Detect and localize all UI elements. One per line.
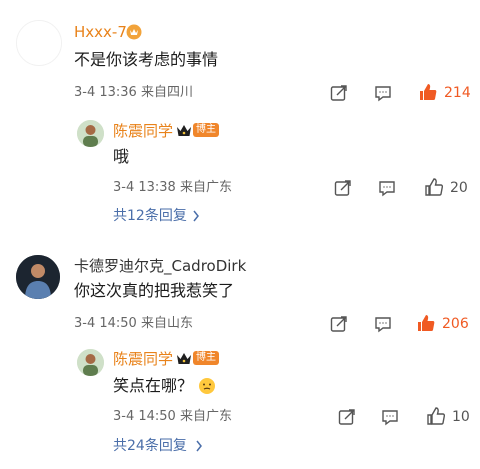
more-replies-link[interactable]: 共12条回复	[113, 207, 187, 225]
comment-icon[interactable]	[381, 408, 399, 426]
like-icon[interactable]	[416, 313, 436, 333]
like-count: 214	[444, 85, 471, 101]
chevron-right-icon[interactable]	[195, 440, 203, 452]
vip-badge-icon	[126, 24, 142, 40]
comment-username[interactable]: Hxxx-7	[74, 22, 127, 42]
comment-date: 3-4 13:36	[74, 85, 137, 100]
like-icon[interactable]	[426, 406, 446, 426]
reply-location: 来自广东	[180, 409, 233, 424]
avatar[interactable]	[16, 20, 62, 66]
emoji-icon	[198, 377, 216, 395]
comment-date: 3-4 14:50	[74, 316, 137, 331]
comment-text: 你这次真的把我惹笑了	[74, 281, 235, 300]
like-icon[interactable]	[424, 177, 444, 197]
like-count: 206	[442, 316, 469, 332]
like-count: 10	[452, 409, 470, 425]
reply-location: 来自广东	[180, 180, 233, 195]
comment-location: 来自山东	[141, 316, 194, 331]
share-icon[interactable]	[338, 408, 356, 426]
reply-date: 3-4 13:38	[113, 180, 176, 195]
share-icon[interactable]	[330, 84, 348, 102]
more-replies-link[interactable]: 共24条回复	[113, 437, 187, 455]
reply-text: 哦	[113, 147, 130, 166]
comment-icon[interactable]	[374, 315, 392, 333]
username-text[interactable]: Hxxx-7	[74, 23, 127, 41]
share-icon[interactable]	[334, 179, 352, 197]
chevron-right-icon[interactable]	[192, 210, 200, 222]
avatar[interactable]	[16, 255, 60, 299]
comment-text: 不是你该考虑的事情	[74, 50, 219, 69]
like-count: 20	[450, 180, 468, 196]
like-icon[interactable]	[418, 82, 438, 102]
comment-location: 来自四川	[141, 85, 194, 100]
reply-avatar[interactable]	[77, 349, 104, 376]
comment-username[interactable]: 卡德罗迪尔克_CadroDirk	[74, 256, 246, 276]
crown-badge-icon	[176, 124, 192, 138]
blogger-badge: 博主	[193, 351, 219, 365]
reply-username[interactable]: 陈震同学	[113, 349, 173, 369]
reply-avatar[interactable]	[77, 120, 104, 147]
reply-date: 3-4 14:50	[113, 409, 176, 424]
reply-text: 笑点在哪？	[113, 376, 194, 395]
reply-username[interactable]: 陈震同学	[113, 121, 173, 141]
blogger-badge: 博主	[193, 123, 219, 137]
crown-badge-icon	[176, 352, 192, 366]
more-replies-label[interactable]: 共24条回复	[113, 438, 187, 454]
comment-icon[interactable]	[374, 84, 392, 102]
comment-icon[interactable]	[378, 179, 396, 197]
share-icon[interactable]	[330, 315, 348, 333]
more-replies-label[interactable]: 共12条回复	[113, 208, 187, 224]
